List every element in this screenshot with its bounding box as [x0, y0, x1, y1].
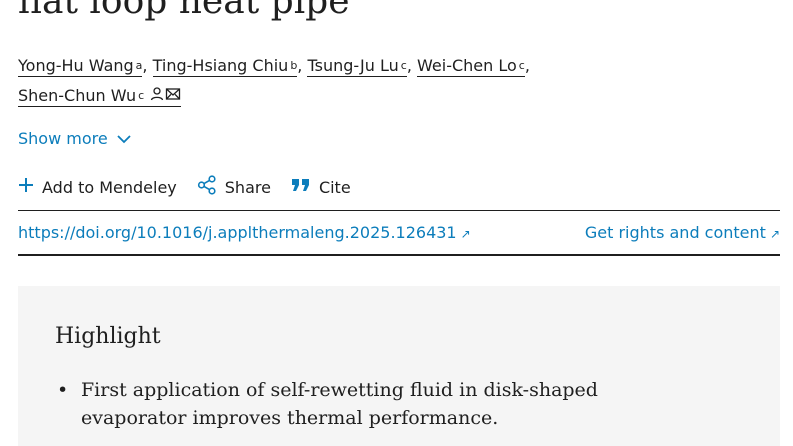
author-name: Shen-Chun Wu — [18, 86, 137, 105]
affiliation-marker[interactable]: a — [136, 59, 143, 72]
doi-bar: https://doi.org/10.1016/j.applthermaleng… — [18, 210, 780, 256]
author-list: Yong-Hu Wang a, Ting-Hsiang Chiu b, Tsung-… — [18, 52, 718, 112]
highlights-list: • First application of self-rewetting fl… — [55, 376, 675, 432]
highlight-text: First application of self-rewetting flui… — [81, 379, 598, 429]
quote-icon — [291, 177, 311, 197]
author-name: Yong-Hu Wang — [18, 56, 134, 75]
article-title: flat loop heat pipe — [18, 0, 350, 22]
show-more-label: Show more — [18, 129, 108, 148]
affiliation-marker[interactable]: c — [138, 89, 144, 102]
get-rights-link[interactable]: Get rights and content ↗ — [585, 223, 780, 242]
doi-link[interactable]: https://doi.org/10.1016/j.applthermaleng… — [18, 223, 471, 242]
author-link-4[interactable]: Wei-Chen Lo c — [417, 56, 525, 77]
highlights-title: Highlight — [55, 324, 161, 349]
cite-label: Cite — [318, 177, 351, 197]
chevron-down-icon — [116, 129, 132, 148]
person-icon — [149, 83, 165, 111]
share-button[interactable]: Share — [197, 175, 271, 199]
author-link-3[interactable]: Tsung-Ju Lu c — [307, 56, 407, 77]
author-separator: , — [297, 56, 303, 75]
author-name: Ting-Hsiang Chiu — [152, 56, 289, 75]
list-item: • First application of self-rewetting fl… — [55, 376, 675, 432]
plus-icon — [18, 177, 34, 197]
author-separator: , — [406, 56, 412, 75]
author-name: Tsung-Ju Lu — [307, 56, 399, 75]
cite-button[interactable]: Cite — [291, 177, 351, 197]
author-separator: , — [142, 56, 148, 75]
external-link-icon: ↗ — [460, 227, 471, 241]
author-separator: , — [524, 56, 530, 75]
doi-url: https://doi.org/10.1016/j.applthermaleng… — [18, 223, 457, 242]
author-name: Wei-Chen Lo — [417, 56, 517, 75]
share-icon — [197, 175, 217, 199]
envelope-icon — [165, 83, 181, 111]
highlights-panel: Highlight • First application of self-re… — [18, 286, 780, 446]
article-actions: Add to Mendeley Share Cite — [18, 175, 371, 199]
author-link-1[interactable]: Yong-Hu Wang a — [18, 56, 143, 77]
external-link-icon: ↗ — [769, 227, 780, 241]
author-link-2[interactable]: Ting-Hsiang Chiu b — [152, 56, 298, 77]
affiliation-marker[interactable]: b — [290, 59, 297, 72]
affiliation-marker[interactable]: c — [401, 59, 407, 72]
affiliation-marker[interactable]: c — [519, 59, 525, 72]
share-label: Share — [224, 177, 271, 197]
author-link-5[interactable]: Shen-Chun Wu c — [18, 86, 182, 107]
show-more-button[interactable]: Show more — [18, 129, 132, 148]
get-rights-label: Get rights and content — [584, 223, 766, 242]
add-to-mendeley-label: Add to Mendeley — [42, 177, 177, 197]
bullet-icon: • — [57, 379, 69, 401]
add-to-mendeley-button[interactable]: Add to Mendeley — [18, 177, 177, 197]
